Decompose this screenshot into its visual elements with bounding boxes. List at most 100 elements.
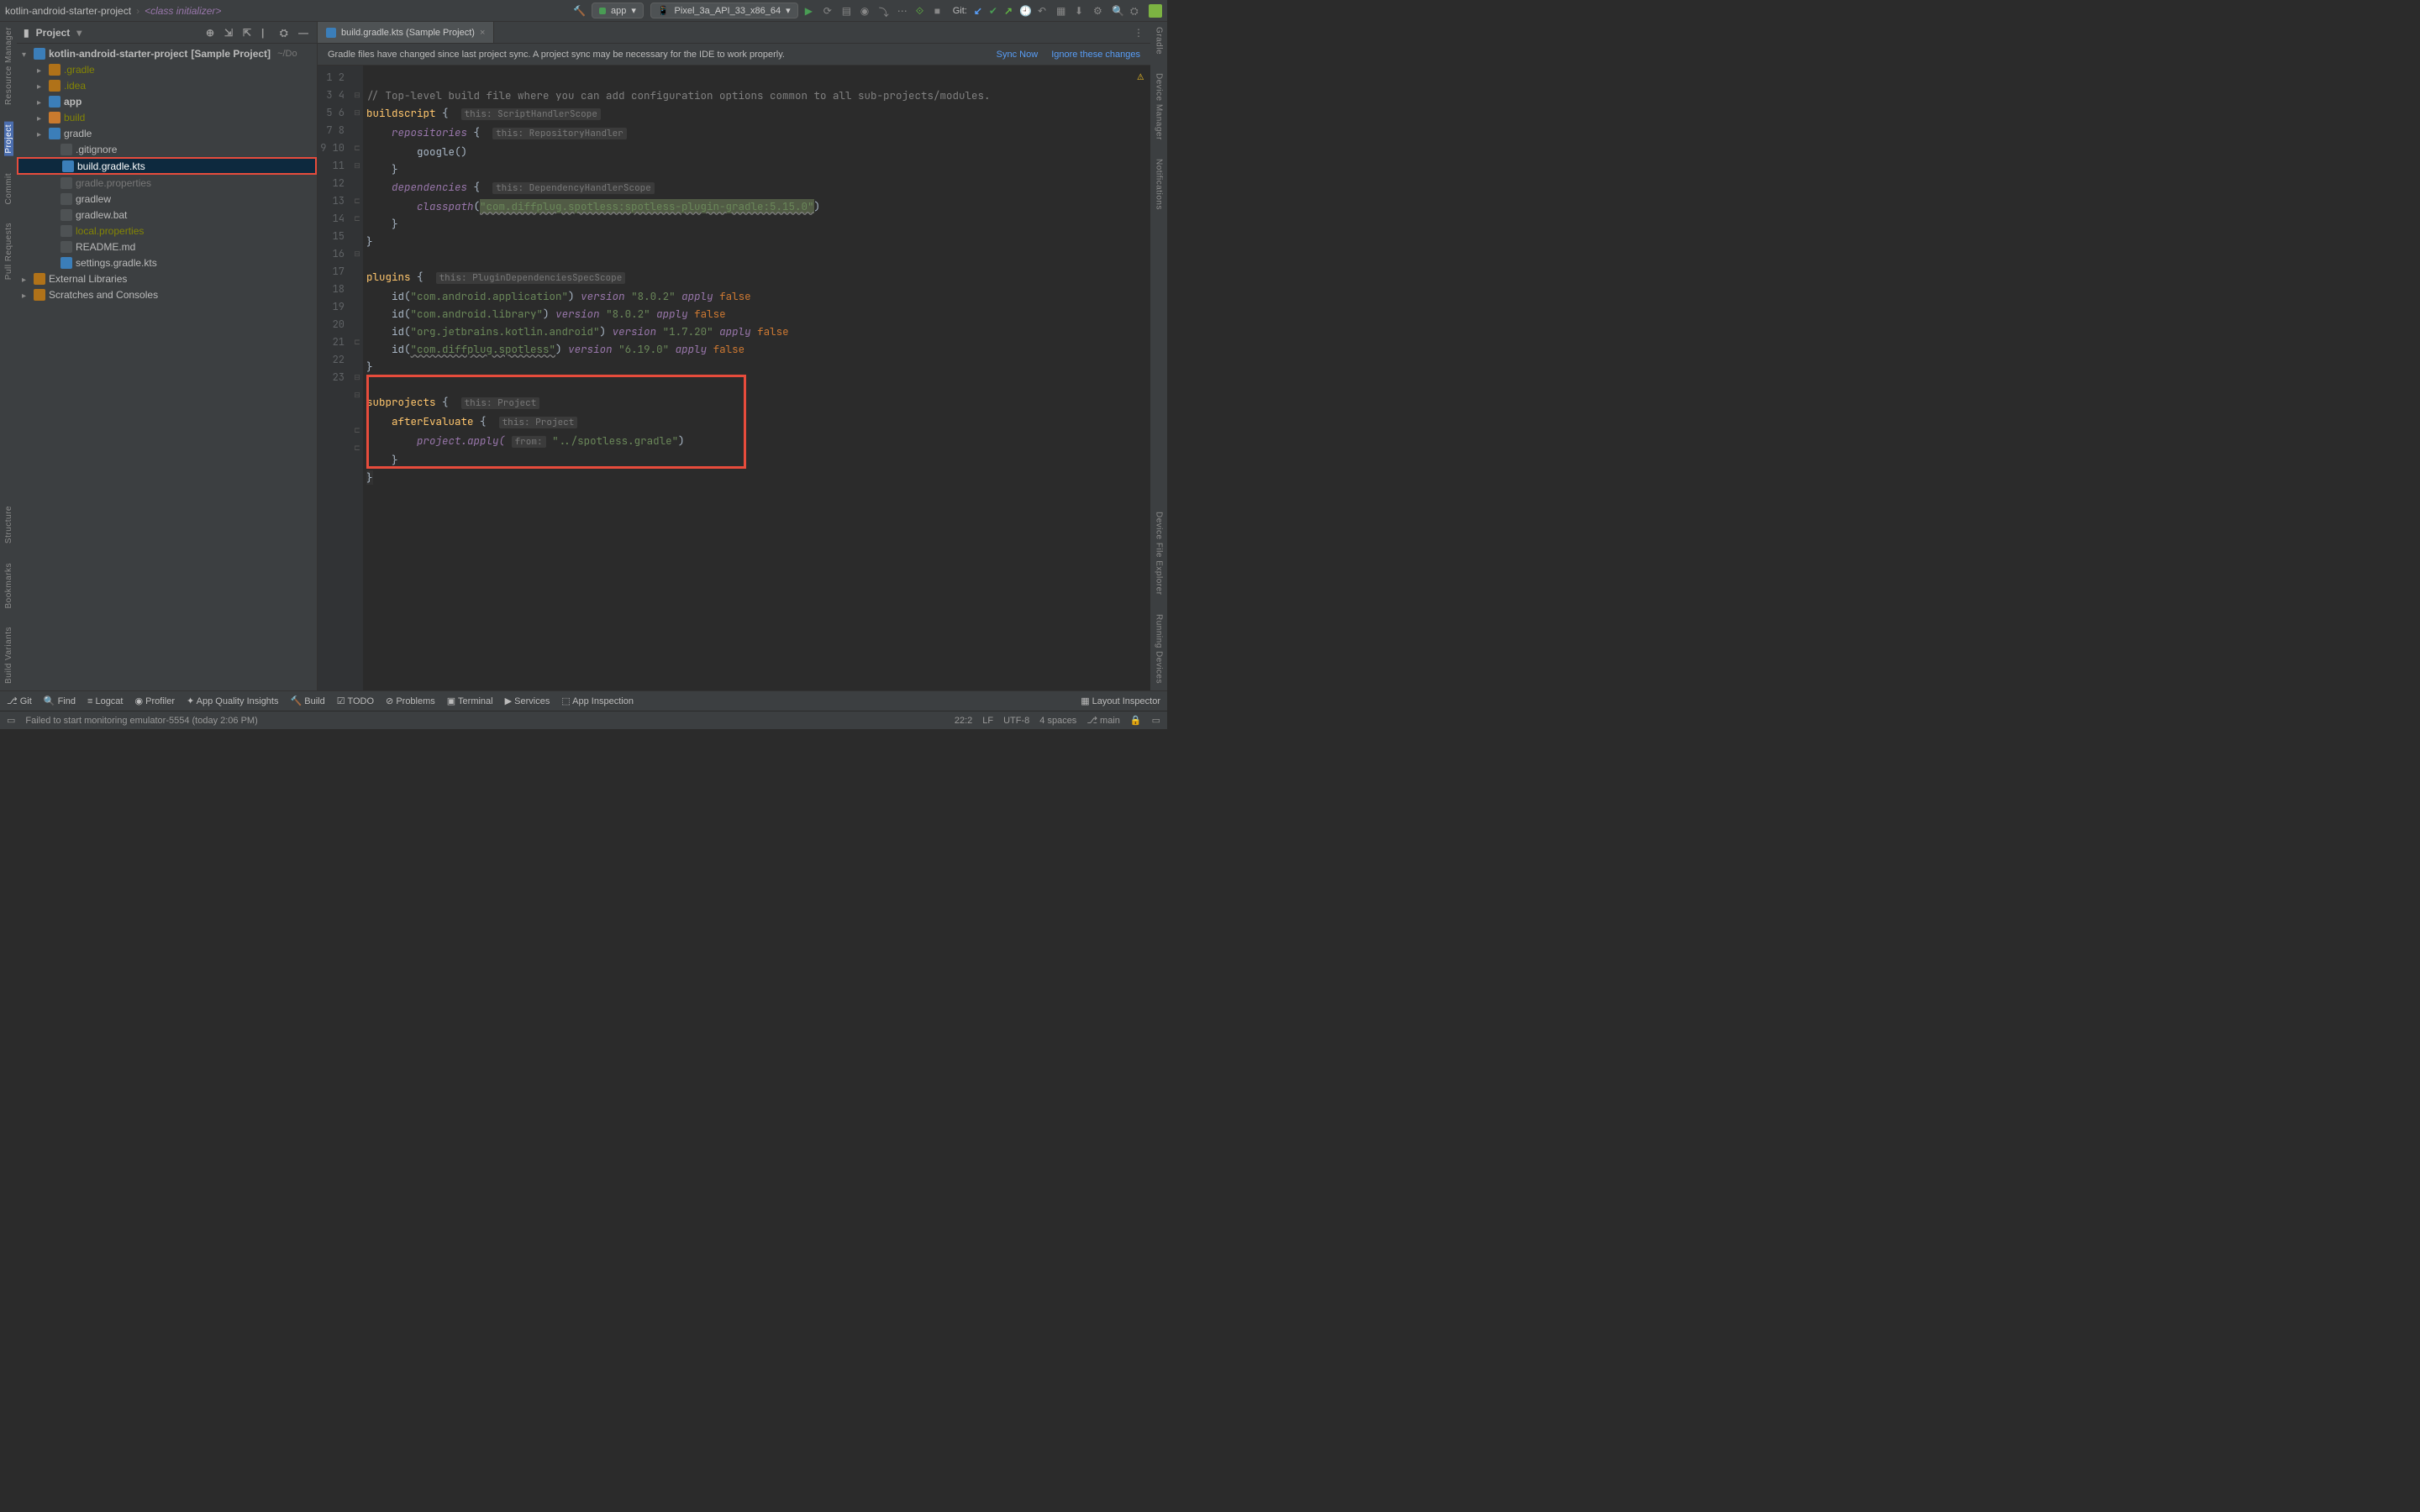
indent-setting[interactable]: 4 spaces bbox=[1039, 716, 1076, 726]
stop-icon[interactable]: ■ bbox=[934, 5, 946, 17]
chevron-down-icon: ▾ bbox=[786, 5, 791, 16]
hide-icon[interactable]: — bbox=[298, 27, 310, 39]
locate-icon[interactable]: ⊕ bbox=[206, 27, 218, 39]
tool-quality[interactable]: ✦ App Quality Insights bbox=[187, 696, 279, 706]
sdk-icon[interactable]: ⬇ bbox=[1075, 5, 1086, 17]
tree-item[interactable]: .gradle bbox=[17, 61, 317, 77]
line-separator[interactable]: LF bbox=[982, 716, 993, 726]
tree-item[interactable]: local.properties bbox=[17, 223, 317, 239]
ignore-changes-link[interactable]: Ignore these changes bbox=[1051, 50, 1140, 60]
history-icon[interactable]: 🕘 bbox=[1019, 5, 1031, 17]
tool-app-inspection[interactable]: ⬚ App Inspection bbox=[561, 696, 634, 706]
tool-todo[interactable]: ☑ TODO bbox=[337, 696, 374, 706]
more-run-icon[interactable]: ⋯ bbox=[897, 5, 909, 17]
tool-gradle[interactable]: Gradle bbox=[1155, 25, 1164, 56]
tool-notifications[interactable]: Notifications bbox=[1155, 157, 1164, 212]
settings-icon[interactable]: ⛭ bbox=[1130, 5, 1142, 17]
gear2-icon[interactable]: ⚙ bbox=[1093, 5, 1105, 17]
run-icon[interactable]: ▶ bbox=[805, 5, 817, 17]
tool-commit[interactable]: Commit bbox=[4, 171, 13, 206]
cursor-position[interactable]: 22:2 bbox=[955, 716, 972, 726]
tool-resource-manager[interactable]: Resource Manager bbox=[4, 25, 13, 107]
tool-running-devices[interactable]: Running Devices bbox=[1155, 612, 1164, 685]
tool-services[interactable]: ▶ Services bbox=[505, 696, 550, 706]
tree-root[interactable]: kotlin-android-starter-project [Sample P… bbox=[17, 45, 317, 61]
tool-build[interactable]: 🔨 Build bbox=[291, 696, 325, 706]
code-editor[interactable]: 1 2 3 4 5 6 7 8 9 10 11 12 13 14 15 16 1… bbox=[318, 66, 1150, 690]
tool-profiler[interactable]: ◉ Profiler bbox=[134, 696, 175, 706]
tree-root-label: kotlin-android-starter-project bbox=[49, 48, 187, 60]
tree-item[interactable]: .gitignore bbox=[17, 141, 317, 157]
tool-device-manager[interactable]: Device Manager bbox=[1155, 71, 1164, 142]
chevron-down-icon[interactable]: ▾ bbox=[76, 27, 82, 39]
coverage-icon[interactable]: ▤ bbox=[842, 5, 854, 17]
git-pull-icon[interactable]: ↙ bbox=[974, 5, 982, 17]
sync-now-link[interactable]: Sync Now bbox=[997, 50, 1039, 60]
project-panel-title[interactable]: Project bbox=[36, 27, 71, 39]
breadcrumb-project[interactable]: kotlin-android-starter-project bbox=[5, 5, 131, 17]
tree-root-path: ~/Do bbox=[277, 49, 297, 59]
fold-gutter[interactable]: ⊟⊟⊏⊟⊏⊏⊟⊏⊟⊟⊏⊏ bbox=[351, 66, 363, 690]
profile-icon[interactable]: ◉ bbox=[860, 5, 872, 17]
make-icon[interactable]: 🔨 bbox=[573, 5, 585, 17]
tree-item[interactable]: settings.gradle.kts bbox=[17, 255, 317, 270]
search-icon[interactable]: 🔍 bbox=[1112, 5, 1123, 17]
editor-tab[interactable]: build.gradle.kts (Sample Project) × bbox=[318, 22, 494, 43]
project-panel-header: ▮ Project ▾ ⊕ ⇲ ⇱ | ⛭ — bbox=[17, 22, 317, 44]
tree-item[interactable]: README.md bbox=[17, 239, 317, 255]
tabs-more-icon[interactable]: ⋮ bbox=[1127, 22, 1150, 43]
lock-icon[interactable]: 🔒 bbox=[1130, 715, 1142, 726]
project-tree[interactable]: kotlin-android-starter-project [Sample P… bbox=[17, 44, 317, 690]
top-toolbar: kotlin-android-starter-project › <class … bbox=[0, 0, 1167, 22]
file-encoding[interactable]: UTF-8 bbox=[1003, 716, 1029, 726]
git-commit-icon[interactable]: ✔ bbox=[989, 5, 997, 17]
run-config-dropdown[interactable]: app ▾ bbox=[592, 3, 644, 18]
tree-item[interactable]: app bbox=[17, 93, 317, 109]
device-dropdown[interactable]: 📱 Pixel_3a_API_33_x86_64 ▾ bbox=[650, 3, 798, 18]
tree-item[interactable]: gradle.properties bbox=[17, 175, 317, 191]
tool-build-variants[interactable]: Build Variants bbox=[4, 625, 13, 685]
tool-structure[interactable]: Structure bbox=[4, 504, 13, 545]
debug-icon[interactable]: ⟳ bbox=[823, 5, 835, 17]
tool-logcat[interactable]: ≡ Logcat bbox=[87, 696, 124, 706]
left-tool-strip: Resource Manager Project Commit Pull Req… bbox=[0, 22, 17, 690]
close-icon[interactable]: × bbox=[480, 28, 485, 38]
tool-bookmarks[interactable]: Bookmarks bbox=[4, 561, 13, 611]
inlay-hint: this: Project bbox=[461, 397, 540, 409]
tool-find[interactable]: 🔍 Find bbox=[44, 696, 76, 706]
breadcrumb[interactable]: kotlin-android-starter-project › <class … bbox=[5, 5, 221, 17]
tool-terminal[interactable]: ▣ Terminal bbox=[447, 696, 493, 706]
tool-project[interactable]: Project bbox=[4, 122, 13, 156]
notification-icon[interactable]: ▭ bbox=[7, 715, 15, 726]
undo-icon[interactable]: ↶ bbox=[1038, 5, 1050, 17]
expand-icon[interactable]: ⇲ bbox=[224, 27, 236, 39]
tool-git[interactable]: ⎇ Git bbox=[7, 696, 32, 706]
git-branch[interactable]: ⎇ main bbox=[1086, 715, 1120, 726]
line-number-gutter[interactable]: 1 2 3 4 5 6 7 8 9 10 11 12 13 14 15 16 1… bbox=[318, 66, 351, 690]
avatar-icon[interactable] bbox=[1149, 4, 1162, 18]
breadcrumb-context[interactable]: <class initializer> bbox=[145, 5, 221, 17]
mem-icon[interactable]: ▭ bbox=[1152, 715, 1160, 726]
status-message[interactable]: Failed to start monitoring emulator-5554… bbox=[25, 716, 257, 726]
tool-device-file-explorer[interactable]: Device File Explorer bbox=[1155, 510, 1164, 596]
code-content[interactable]: // Top-level build file where you can ad… bbox=[363, 66, 1150, 690]
code-line: // Top-level build file where you can ad… bbox=[366, 88, 991, 102]
collapse-icon[interactable]: ⇱ bbox=[243, 27, 255, 39]
warning-icon[interactable]: ⚠ bbox=[1137, 67, 1144, 85]
tool-layout-inspector[interactable]: ▦ Layout Inspector bbox=[1081, 696, 1160, 706]
git-push-icon[interactable]: ↗ bbox=[1004, 5, 1013, 17]
tree-external-libs[interactable]: External Libraries bbox=[17, 270, 317, 286]
tree-item[interactable]: build bbox=[17, 109, 317, 125]
tool-pull-requests[interactable]: Pull Requests bbox=[4, 221, 13, 281]
tool-problems[interactable]: ⊘ Problems bbox=[386, 696, 435, 706]
avd-icon[interactable]: ▦ bbox=[1056, 5, 1068, 17]
tree-scratches[interactable]: Scratches and Consoles bbox=[17, 286, 317, 302]
tree-item[interactable]: gradle bbox=[17, 125, 317, 141]
tree-item[interactable]: gradlew.bat bbox=[17, 207, 317, 223]
tree-item[interactable]: gradlew bbox=[17, 191, 317, 207]
tree-item-selected[interactable]: build.gradle.kts bbox=[17, 157, 317, 175]
gear-icon[interactable]: ⛭ bbox=[280, 27, 292, 39]
attach-icon[interactable]: ⤵ bbox=[879, 5, 891, 17]
sync-icon[interactable]: ⟐ bbox=[916, 5, 928, 17]
tree-item[interactable]: .idea bbox=[17, 77, 317, 93]
